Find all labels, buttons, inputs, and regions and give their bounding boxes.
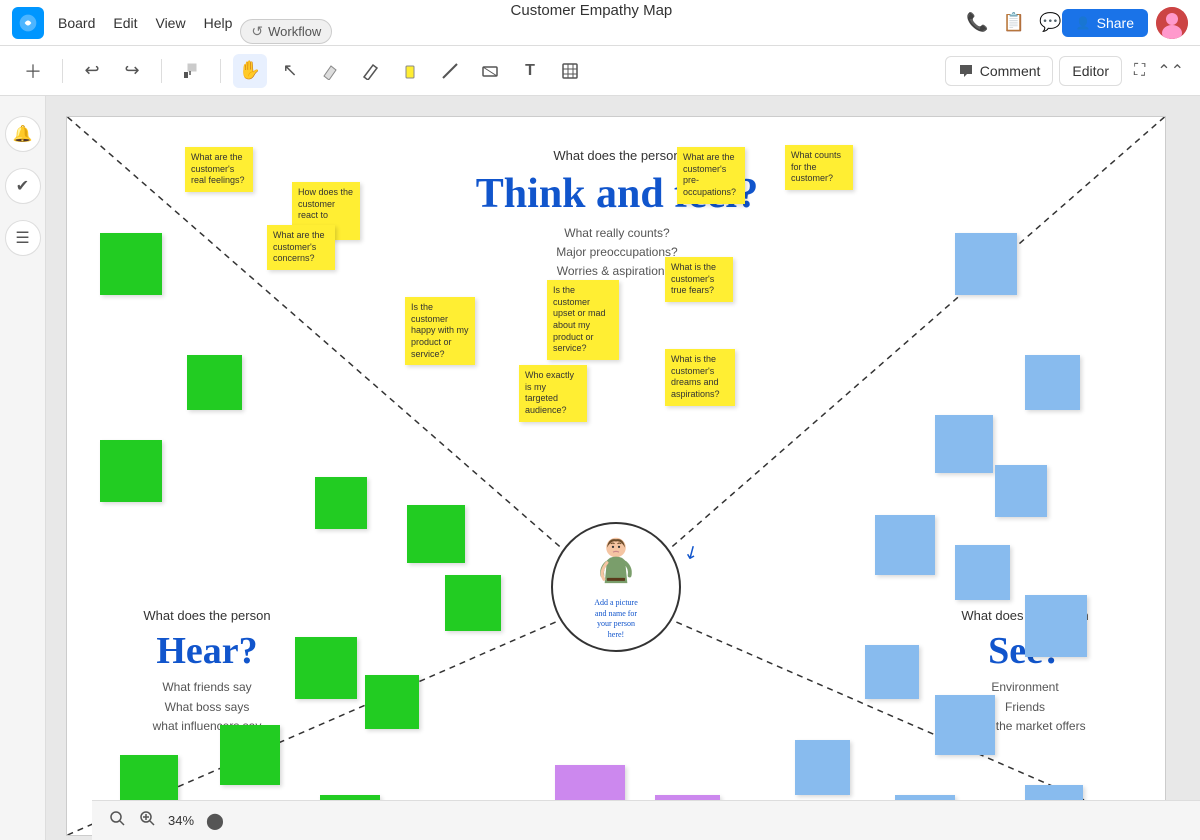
think-feel-heading: What does the person Think and feel? Wha… <box>417 147 817 282</box>
sticky-note-y10[interactable]: Who exactly is my targeted audience? <box>519 365 587 422</box>
eraser-tool-button[interactable] <box>313 54 347 88</box>
shape-tool-button[interactable] <box>473 54 507 88</box>
menu-edit[interactable]: Edit <box>113 15 137 31</box>
toolbar-separator-2 <box>161 59 162 83</box>
whiteboard: What does the person Think and feel? Wha… <box>66 116 1166 836</box>
collapse-icon[interactable]: ⌃⌃ <box>1157 61 1184 81</box>
line-tool-button[interactable] <box>433 54 467 88</box>
sticky-note-b7[interactable] <box>1025 595 1087 657</box>
sticky-note-g1[interactable] <box>100 233 162 295</box>
sticky-note-b5[interactable] <box>875 515 935 575</box>
page-title: Customer Empathy Map Workflow <box>232 2 950 44</box>
menu-board[interactable]: Board <box>58 15 95 31</box>
zoom-out-button[interactable] <box>108 809 126 832</box>
redo-button[interactable]: ↪ <box>115 54 149 88</box>
sticky-note-y6[interactable]: What is the customer's true fears? <box>665 257 733 302</box>
toolbar: ＋ ↩ ↪ ✋ ↖ T Comment Editor ⛶ ⌃⌃ <box>0 46 1200 96</box>
sticky-note-g9[interactable] <box>220 725 280 785</box>
person-arrow: ↙ <box>680 540 704 566</box>
top-right-icons: 📞 📋 💬 <box>966 12 1061 33</box>
pen-tool-button[interactable] <box>353 54 387 88</box>
menu-items: Board Edit View Help <box>58 15 232 31</box>
sticky-note-b8[interactable] <box>865 645 919 699</box>
copy-icon[interactable]: 📋 <box>1003 12 1025 33</box>
sticky-note-y3[interactable]: What are the customer's concerns? <box>267 225 335 270</box>
person-circle[interactable]: Add a pictureand name foryour personhere… <box>551 522 681 652</box>
menu-view[interactable]: View <box>155 15 185 31</box>
sticky-note-y4[interactable]: What are the customer's pre-occupations? <box>677 147 745 204</box>
canvas[interactable]: What does the person Think and feel? Wha… <box>46 96 1200 840</box>
add-button[interactable]: ＋ <box>16 54 50 88</box>
menu-help[interactable]: Help <box>204 15 233 31</box>
format-painter-button[interactable] <box>174 54 208 88</box>
text-tool-button[interactable]: T <box>513 54 547 88</box>
notification-bell-button[interactable]: 🔔 <box>5 116 41 152</box>
sticky-note-y7[interactable]: Is the customer happy with my product or… <box>405 297 475 365</box>
app-logo[interactable] <box>12 7 44 39</box>
share-button[interactable]: Share <box>1062 9 1148 37</box>
sticky-note-y8[interactable]: Is the customer upset or mad about my pr… <box>547 280 619 360</box>
zoom-in-button[interactable] <box>138 809 156 832</box>
sticky-note-b6[interactable] <box>955 545 1010 600</box>
table-tool-button[interactable] <box>553 54 587 88</box>
sticky-note-y5[interactable]: What counts for the customer? <box>785 145 853 190</box>
person-illustration <box>586 534 646 594</box>
sticky-note-b3[interactable] <box>935 415 993 473</box>
toolbar-separator-1 <box>62 59 63 83</box>
chat-icon[interactable]: 💬 <box>1039 12 1061 33</box>
sticky-note-g2[interactable] <box>187 355 242 410</box>
sticky-note-b9[interactable] <box>935 695 995 755</box>
sticky-note-g6[interactable] <box>445 575 501 631</box>
sticky-note-b10[interactable] <box>795 740 850 795</box>
sticky-note-g7[interactable] <box>295 637 357 699</box>
avatar-image <box>1156 7 1188 39</box>
sticky-note-y1[interactable]: What are the customer's real feelings? <box>185 147 253 192</box>
zoom-level[interactable]: 34% <box>168 813 194 828</box>
editor-button[interactable]: Editor <box>1059 56 1122 86</box>
bottom-bar: 34% ⬤ <box>92 800 1200 840</box>
hear-heading: What does the person Hear? What friends … <box>97 607 317 736</box>
left-sidebar: 🔔 ✔ ☰ <box>0 96 46 840</box>
undo-button[interactable]: ↩ <box>75 54 109 88</box>
toolbar-separator-3 <box>220 59 221 83</box>
sticky-note-b1[interactable] <box>955 233 1017 295</box>
menu-sidebar-button[interactable]: ☰ <box>5 220 41 256</box>
menu-bar: Board Edit View Help Customer Empathy Ma… <box>0 0 1200 46</box>
comment-button[interactable]: Comment <box>945 56 1054 86</box>
sticky-note-g8[interactable] <box>365 675 419 729</box>
sticky-note-g4[interactable] <box>315 477 367 529</box>
highlight-tool-button[interactable] <box>393 54 427 88</box>
hand-tool-button[interactable]: ✋ <box>233 54 267 88</box>
expand-icon[interactable]: ⛶ <box>1134 62 1145 80</box>
sticky-note-b4[interactable] <box>995 465 1047 517</box>
workflow-button[interactable]: Workflow <box>240 19 332 44</box>
sticky-note-y9[interactable]: What is the customer's dreams and aspira… <box>665 349 735 406</box>
avatar[interactable] <box>1156 7 1188 39</box>
person-caption: Add a pictureand name foryour personhere… <box>594 598 638 640</box>
sticky-note-g5[interactable] <box>407 505 465 563</box>
phone-icon[interactable]: 📞 <box>966 12 988 33</box>
sticky-note-g3[interactable] <box>100 440 162 502</box>
tasks-button[interactable]: ✔ <box>5 168 41 204</box>
main-area: 🔔 ✔ ☰ What does the person Think and fee… <box>0 96 1200 840</box>
cursor-tool-button[interactable]: ↖ <box>273 54 307 88</box>
sticky-note-b2[interactable] <box>1025 355 1080 410</box>
orientation-button[interactable]: ⬤ <box>206 811 224 831</box>
